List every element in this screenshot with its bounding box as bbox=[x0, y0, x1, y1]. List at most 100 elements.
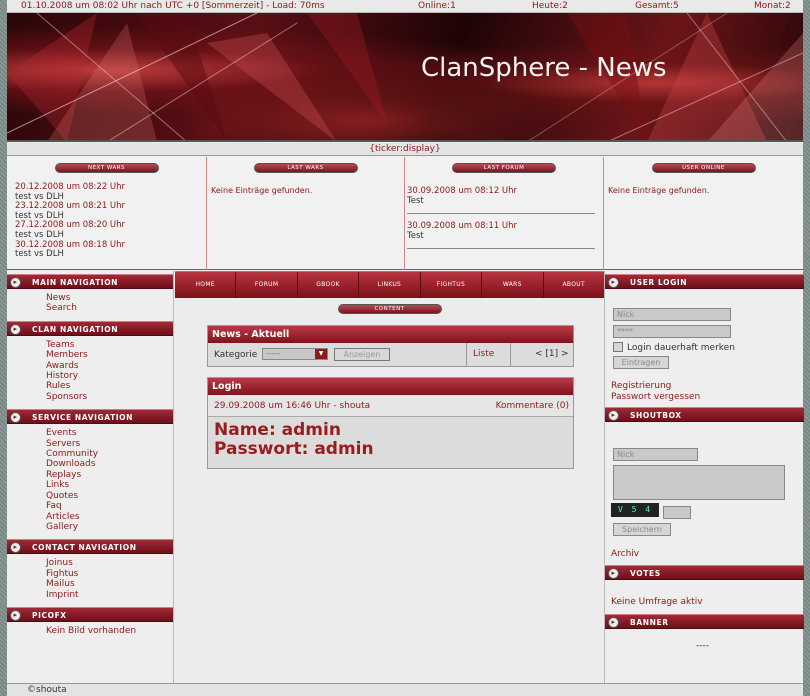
shout-nick-input[interactable]: Nick bbox=[613, 448, 698, 461]
nav-link-mailus[interactable]: Mailus bbox=[46, 579, 173, 589]
nav-link-articles[interactable]: Articles bbox=[46, 512, 173, 522]
login-news-title[interactable]: Login bbox=[208, 378, 573, 395]
remember-checkbox[interactable] bbox=[613, 342, 623, 352]
datetime-load: 01.10.2008 um 08:02 Uhr nach UTC +0 [Som… bbox=[21, 1, 325, 11]
clan-navigation-list: Teams Members Awards History Rules Spons… bbox=[7, 336, 173, 406]
top-menu: Home Forum Gbook Linkus Fightus Wars Abo… bbox=[175, 271, 604, 298]
chevron-down-icon[interactable]: ▼ bbox=[315, 349, 327, 359]
footer-copyright: ©shouta bbox=[7, 683, 803, 696]
arrow-right-icon: ▸ bbox=[608, 410, 619, 421]
nav-link-teams[interactable]: Teams bbox=[46, 340, 173, 350]
forum-entry[interactable]: 30.09.2008 um 08:11 Uhr Test bbox=[407, 221, 595, 249]
login-nick-input[interactable]: Nick bbox=[613, 308, 731, 321]
last-wars-title: Last Wars bbox=[253, 163, 358, 173]
forum-date: 30.09.2008 um 08:11 Uhr bbox=[407, 221, 518, 231]
menu-home[interactable]: Home bbox=[175, 272, 237, 298]
nav-link-awards[interactable]: Awards bbox=[46, 361, 173, 371]
nav-link-imprint[interactable]: Imprint bbox=[46, 590, 173, 600]
header-banner: ClanSphere - News bbox=[7, 13, 803, 142]
category-label: Kategorie bbox=[214, 350, 258, 360]
nav-link-links[interactable]: Links bbox=[46, 480, 173, 490]
remember-label: Login dauerhaft merken bbox=[627, 343, 735, 353]
login-news-body: Name: admin Passwort: admin bbox=[208, 417, 573, 463]
arrow-right-icon: ▸ bbox=[10, 412, 21, 424]
show-button[interactable]: Anzeigen bbox=[334, 348, 390, 361]
forgot-password-link[interactable]: Passwort vergessen bbox=[611, 392, 700, 402]
news-filter-row: Kategorie ----- ▼ Anzeigen Liste < [1] > bbox=[208, 343, 573, 367]
main-navigation-list: News Search bbox=[7, 289, 173, 318]
user-online-title: User Online bbox=[651, 163, 756, 173]
arrow-right-icon: ▸ bbox=[608, 568, 619, 579]
shout-submit-button[interactable]: Speichern bbox=[613, 523, 671, 536]
month-count: Monat:2 bbox=[754, 1, 791, 11]
ticker: {ticker:display} bbox=[7, 143, 803, 156]
nav-link-joinus[interactable]: Joinus bbox=[46, 558, 173, 568]
next-wars-list: 20.12.2008 um 08:22 Uhr test vs DLH 23.1… bbox=[7, 173, 206, 260]
news-box-title: News - Aktuell bbox=[208, 326, 573, 343]
contact-navigation-header: ▸ CONTACT NAVIGATION bbox=[7, 539, 173, 555]
nav-link-history[interactable]: History bbox=[46, 371, 173, 381]
picofx-header: ▸ PICOFX bbox=[7, 606, 173, 622]
nav-link-replays[interactable]: Replays bbox=[46, 470, 173, 480]
nav-link-community[interactable]: Community bbox=[46, 449, 173, 459]
nav-link-rules[interactable]: Rules bbox=[46, 381, 173, 391]
clan-navigation-header: ▸ CLAN NAVIGATION bbox=[7, 320, 173, 336]
nav-link-fightus[interactable]: Fightus bbox=[46, 569, 173, 579]
war-match[interactable]: test vs DLH bbox=[15, 250, 206, 260]
menu-forum[interactable]: Forum bbox=[236, 272, 298, 298]
page: 01.10.2008 um 08:02 Uhr nach UTC +0 [Som… bbox=[7, 0, 804, 696]
user-online-panel: User Online Keine Einträge gefunden. bbox=[603, 157, 803, 270]
last-forum-title: Last Forum bbox=[452, 163, 556, 173]
nav-link-events[interactable]: Events bbox=[46, 428, 173, 438]
arrow-right-icon: ▸ bbox=[10, 542, 21, 554]
menu-fightus[interactable]: Fightus bbox=[421, 272, 483, 298]
banner-header: ▸ BANNER bbox=[605, 614, 804, 629]
shout-message-textarea[interactable] bbox=[613, 465, 785, 500]
nav-link-search[interactable]: Search bbox=[46, 303, 173, 313]
register-link[interactable]: Registrierung bbox=[611, 381, 671, 391]
category-select[interactable]: ----- ▼ bbox=[262, 348, 328, 360]
list-link[interactable]: Liste bbox=[466, 343, 510, 367]
menu-about[interactable]: About bbox=[544, 272, 604, 298]
forum-topic: Test bbox=[407, 196, 424, 206]
shard-art bbox=[7, 13, 803, 140]
picofx-list: Kein Bild vorhanden bbox=[7, 622, 173, 640]
news-date-author: 29.09.2008 um 16:46 Uhr - shouta bbox=[214, 401, 371, 411]
menu-wars[interactable]: Wars bbox=[482, 272, 544, 298]
info-panels: Next Wars 20.12.2008 um 08:22 Uhr test v… bbox=[7, 157, 803, 270]
nav-link-members[interactable]: Members bbox=[46, 350, 173, 360]
nav-link-news[interactable]: News bbox=[46, 293, 173, 303]
captcha-image: V 5 4 bbox=[611, 503, 659, 517]
forum-date: 30.09.2008 um 08:12 Uhr bbox=[407, 186, 518, 196]
main-navigation-header: ▸ MAIN NAVIGATION bbox=[7, 274, 173, 289]
login-password-line: Passwort: admin bbox=[214, 439, 374, 459]
contact-navigation-list: Joinus Fightus Mailus Imprint bbox=[7, 554, 173, 604]
forum-entry[interactable]: 30.09.2008 um 08:12 Uhr Test bbox=[407, 186, 595, 214]
menu-linkus[interactable]: Linkus bbox=[359, 272, 421, 298]
next-wars-title: Next Wars bbox=[54, 163, 159, 173]
banner-placeholder: ---- bbox=[696, 641, 709, 651]
nav-link-sponsors[interactable]: Sponsors bbox=[46, 392, 173, 402]
nav-link-servers[interactable]: Servers bbox=[46, 439, 173, 449]
nav-link-gallery[interactable]: Gallery bbox=[46, 522, 173, 532]
menu-gbook[interactable]: Gbook bbox=[298, 272, 360, 298]
comments-link[interactable]: Kommentare (0) bbox=[496, 401, 569, 411]
picofx-empty: Kein Bild vorhanden bbox=[46, 625, 137, 636]
shout-archive-link[interactable]: Archiv bbox=[611, 549, 639, 559]
user-login-header: ▸ USER LOGIN bbox=[605, 274, 804, 289]
captcha-input[interactable] bbox=[663, 506, 691, 519]
nav-link-faq[interactable]: Faq bbox=[46, 501, 173, 511]
site-title: ClanSphere - News bbox=[421, 53, 667, 83]
online-count: Online:1 bbox=[418, 1, 456, 11]
total-count: Gesamt:5 bbox=[635, 1, 679, 11]
content-label: Content bbox=[337, 304, 442, 314]
arrow-right-icon: ▸ bbox=[10, 323, 21, 335]
pagination[interactable]: < [1] > bbox=[510, 343, 573, 367]
login-submit-button[interactable]: Eintragen bbox=[613, 356, 669, 369]
left-sidebar: ▸ MAIN NAVIGATION News Search ▸ CLAN NAVIG… bbox=[7, 271, 174, 683]
login-password-input[interactable]: **** bbox=[613, 325, 731, 338]
nav-link-downloads[interactable]: Downloads bbox=[46, 459, 173, 469]
nav-link-quotes[interactable]: Quotes bbox=[46, 491, 173, 501]
status-bar: 01.10.2008 um 08:02 Uhr nach UTC +0 [Som… bbox=[7, 0, 803, 13]
forum-topic: Test bbox=[407, 231, 424, 241]
